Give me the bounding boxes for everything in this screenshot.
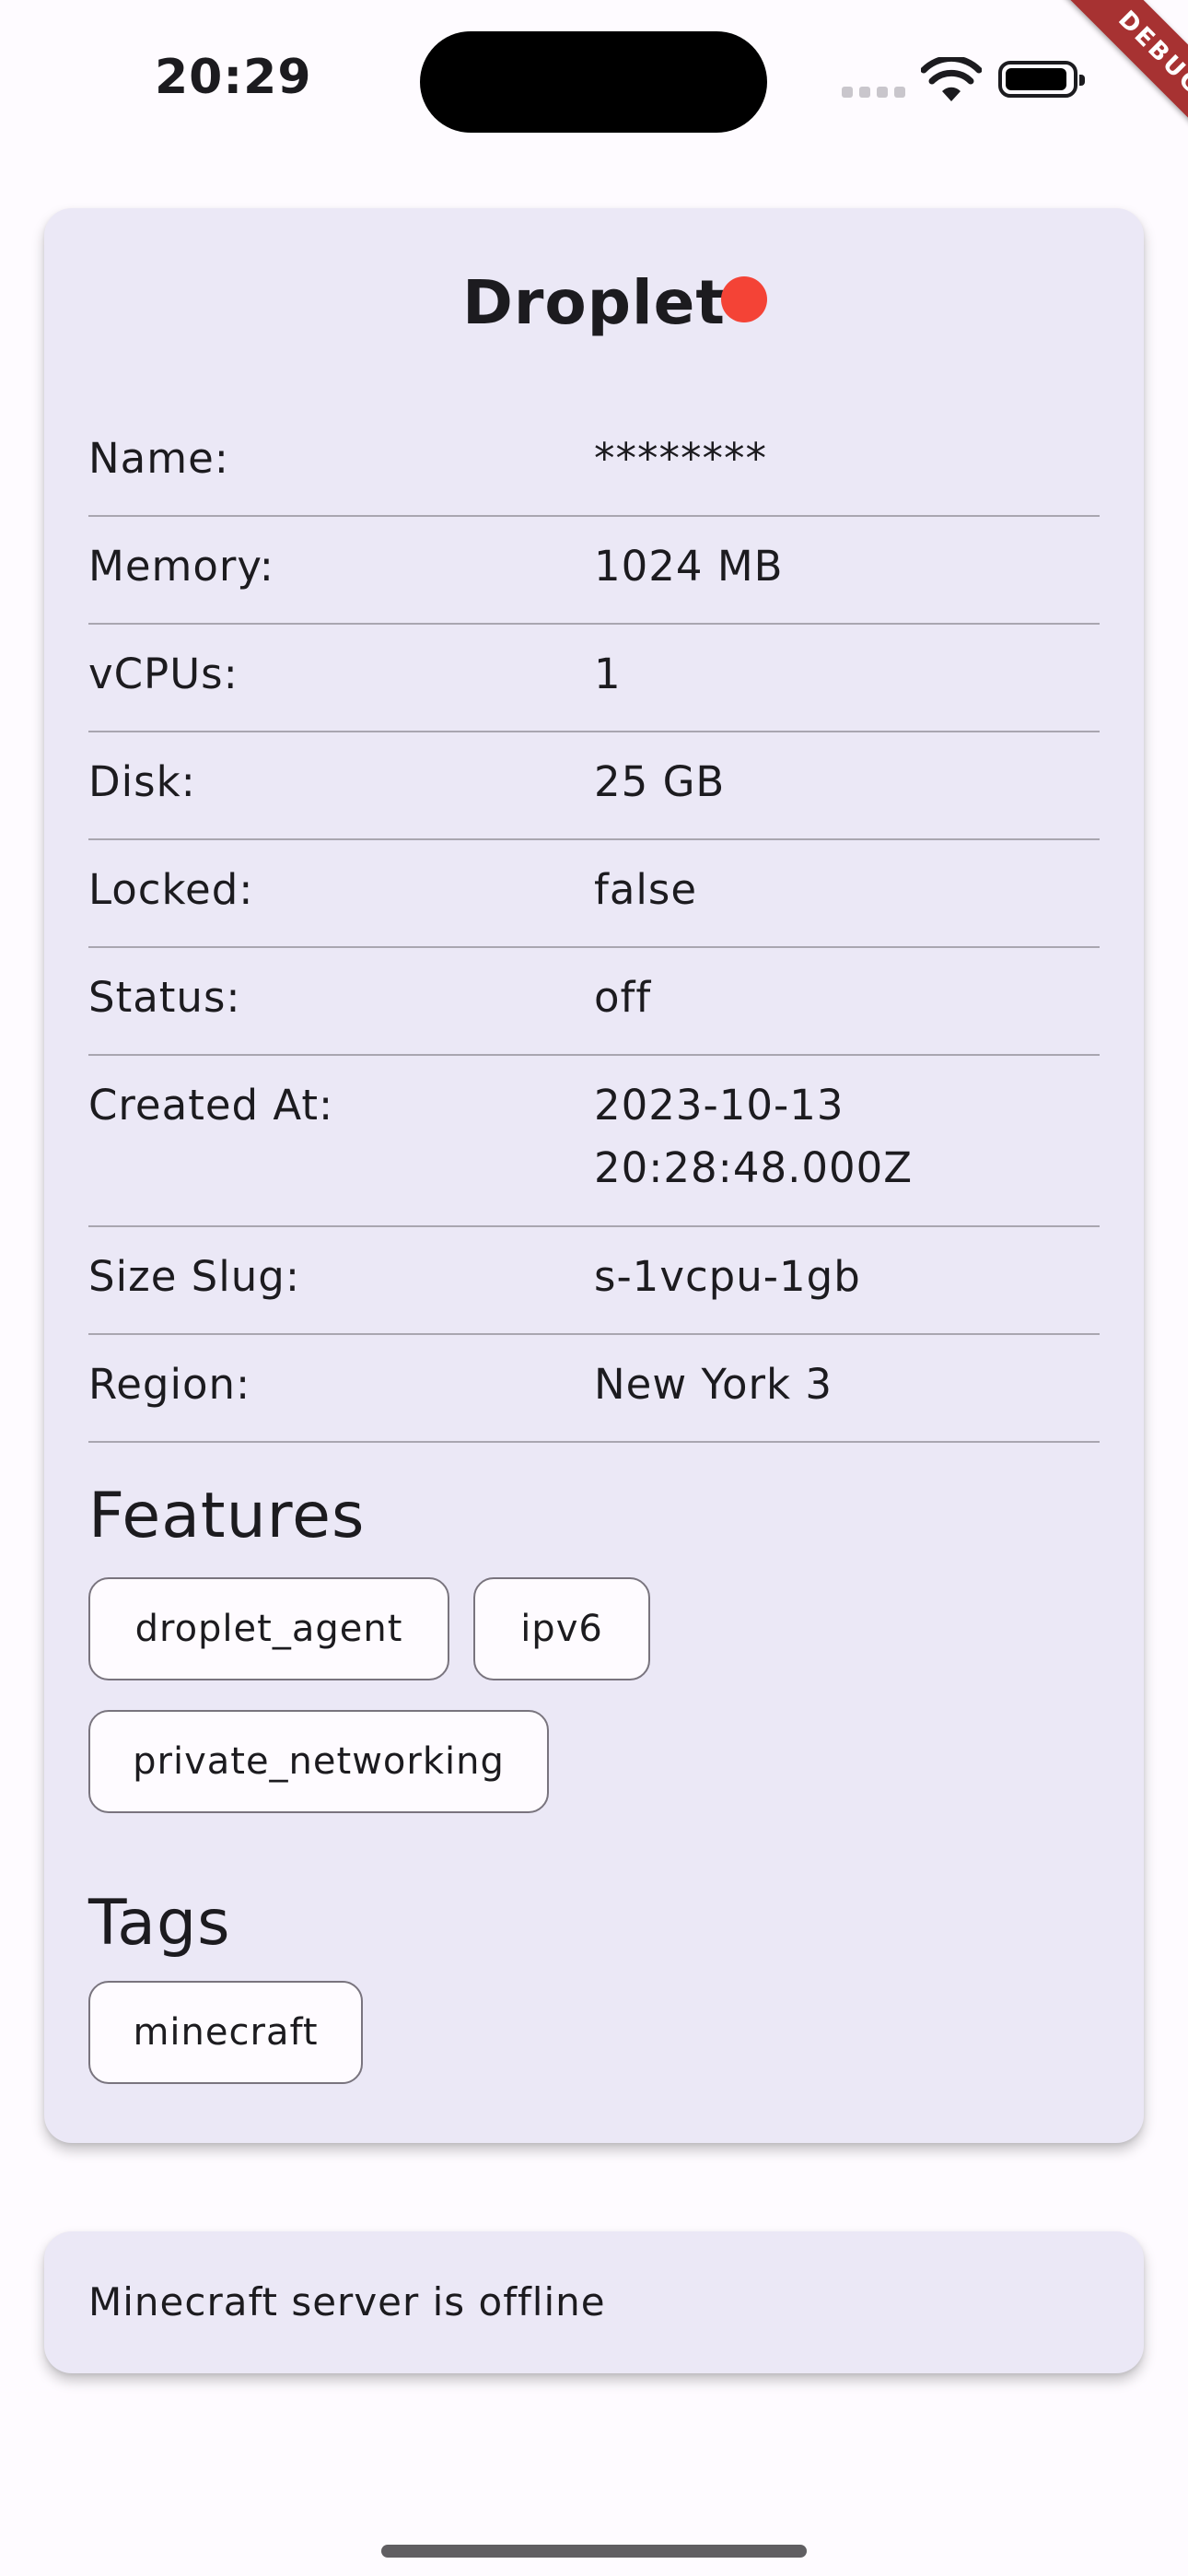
home-indicator[interactable] — [381, 2545, 807, 2558]
detail-value: 2023-10-13 20:28:48.000Z — [594, 1081, 914, 1192]
detail-row-name: Name: ******** — [88, 409, 1100, 517]
wifi-icon — [921, 57, 982, 101]
detail-value: ******** — [594, 434, 767, 483]
detail-value: 1 — [594, 650, 622, 698]
detail-row-size-slug: Size Slug: s-1vcpu-1gb — [88, 1227, 1100, 1335]
detail-label: Locked: — [88, 865, 254, 914]
detail-value: false — [594, 865, 698, 914]
droplet-card: Droplet Name: ******** Memory: 1024 MB v… — [44, 208, 1144, 2143]
cellular-signal-icon — [842, 87, 906, 98]
detail-row-locked: Locked: false — [88, 840, 1100, 948]
server-status-card: Minecraft server is offline — [44, 2231, 1144, 2373]
features-heading: Features — [88, 1480, 366, 1552]
droplet-details: Name: ******** Memory: 1024 MB vCPUs: 1 … — [88, 409, 1100, 1443]
detail-value: 25 GB — [594, 757, 726, 806]
detail-label: Size Slug: — [88, 1252, 300, 1301]
detail-row-region: Region: New York 3 — [88, 1335, 1100, 1443]
droplet-title-row: Droplet — [44, 265, 1144, 339]
status-time: 20:29 — [155, 50, 312, 105]
detail-label: Region: — [88, 1360, 251, 1409]
feature-chip[interactable]: droplet_agent — [88, 1577, 449, 1680]
detail-label: Created At: — [88, 1081, 334, 1130]
detail-value: s-1vcpu-1gb — [594, 1252, 861, 1301]
detail-row-created-at: Created At: 2023-10-13 20:28:48.000Z — [88, 1056, 1100, 1227]
app-screen: 20:29 DEBUG Droplet Name: ******** Memor… — [0, 0, 1188, 2576]
detail-row-vcpus: vCPUs: 1 — [88, 625, 1100, 732]
detail-label: Memory: — [88, 542, 274, 591]
detail-row-memory: Memory: 1024 MB — [88, 517, 1100, 625]
status-bar: 20:29 — [0, 0, 1188, 138]
detail-label: vCPUs: — [88, 650, 239, 698]
detail-value: 1024 MB — [594, 542, 784, 591]
detail-label: Status: — [88, 973, 241, 1022]
dynamic-island — [420, 31, 767, 133]
tags-heading: Tags — [88, 1887, 231, 1960]
feature-chip[interactable]: ipv6 — [473, 1577, 650, 1680]
detail-label: Name: — [88, 434, 229, 483]
detail-row-disk: Disk: 25 GB — [88, 732, 1100, 840]
detail-value: off — [594, 973, 652, 1022]
battery-icon — [998, 61, 1085, 98]
droplet-title: Droplet — [462, 266, 726, 338]
detail-value: New York 3 — [594, 1360, 833, 1409]
detail-label: Disk: — [88, 757, 196, 806]
detail-row-status: Status: off — [88, 948, 1100, 1056]
server-status-text: Minecraft server is offline — [88, 2279, 606, 2324]
status-indicator-dot — [721, 276, 767, 322]
feature-chip[interactable]: private_networking — [88, 1710, 549, 1813]
tag-chip[interactable]: minecraft — [88, 1981, 363, 2084]
